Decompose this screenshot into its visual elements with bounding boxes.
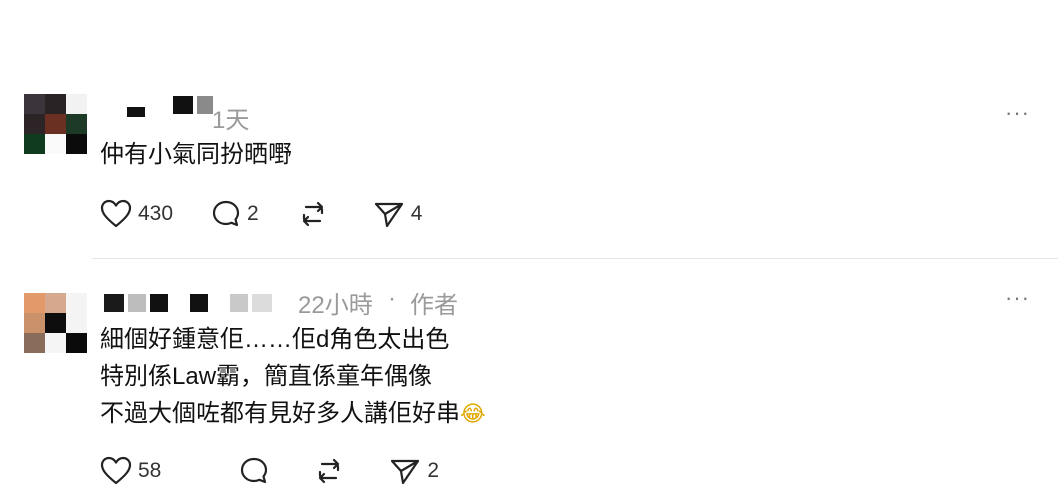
comment-icon [241,457,268,484]
action-bar: 430 2 4 [100,198,460,230]
reply-button[interactable]: 2 [211,199,259,229]
repost-icon [319,458,340,484]
like-button[interactable]: 430 [100,199,173,229]
more-icon[interactable]: ··· [1005,285,1030,311]
comment-text-line: 細個好鍾意佢……佢d角色太出色 [100,326,450,353]
send-icon [391,459,420,485]
like-count: 430 [138,202,174,225]
meta-separator: · [388,285,396,312]
repost-button[interactable] [297,199,335,229]
timestamp: 1天 [212,107,250,134]
repost-icon [302,201,323,227]
username-redacted[interactable] [127,96,217,117]
more-icon[interactable]: ··· [1005,100,1030,126]
comment-2: 22小時 · 作者 ··· 細個好鍾意佢……佢d角色太出色 特別係Law霸，簡直… [0,259,1058,485]
share-button[interactable]: 2 [389,456,439,486]
like-button[interactable]: 58 [100,456,161,486]
comment-text-line: 不過大個咗都有見好多人講佢好串 [100,400,460,427]
avatar[interactable] [24,293,87,353]
username-redacted[interactable] [104,294,276,312]
laughing-emoji-icon: 😂 [460,402,486,427]
comment-1: 1天 ··· 仲有小氣同扮晒嘢 430 2 4 [0,0,1058,258]
share-count: 4 [410,202,423,225]
timestamp: 22小時 [298,292,373,319]
like-count: 58 [138,459,162,482]
author-tag[interactable]: 作者 [410,285,458,320]
comment-icon [212,200,240,227]
share-button[interactable]: 4 [373,199,423,229]
heart-icon [100,456,132,485]
send-icon [374,202,403,228]
heart-icon [100,199,132,228]
comment-text-line: 仲有小氣同扮晒嘢 [100,141,292,168]
avatar[interactable] [24,94,87,154]
reply-count: 2 [247,202,259,225]
comment-text-line: 特別係Law霸，簡直係童年偶像 [100,363,433,390]
action-bar: 58 2 [100,455,477,487]
reply-button[interactable] [239,456,275,486]
share-count: 2 [427,459,440,482]
repost-button[interactable] [313,456,351,486]
